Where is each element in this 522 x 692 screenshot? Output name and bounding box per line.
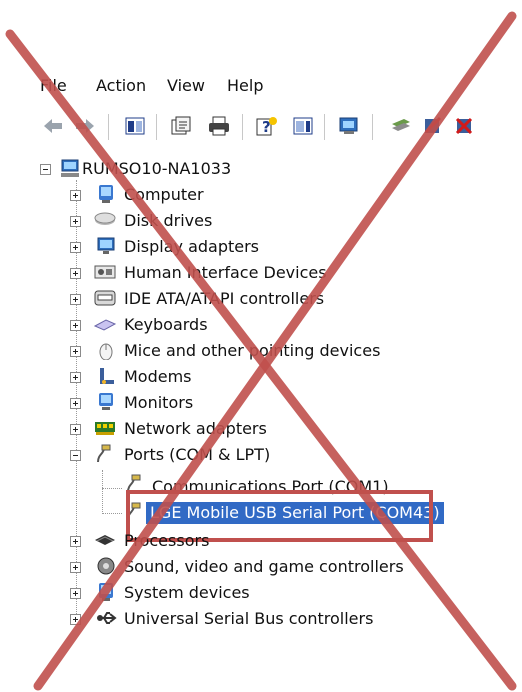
- tree-root-label[interactable]: RUMSO10-NA1033: [82, 158, 231, 180]
- device-tree: RUMSO10-NA1033 Computer Disk drives Disp…: [0, 0, 522, 692]
- computer-icon: [96, 184, 116, 204]
- expand-toggle[interactable]: [70, 216, 81, 227]
- expand-toggle[interactable]: [70, 190, 81, 201]
- tree-item-label[interactable]: Universal Serial Bus controllers: [124, 608, 373, 630]
- tree-connector: [102, 513, 122, 514]
- sound-icon: [96, 556, 116, 576]
- expand-toggle[interactable]: [70, 294, 81, 305]
- tree-item-label[interactable]: System devices: [124, 582, 250, 604]
- expand-toggle[interactable]: [70, 536, 81, 547]
- tree-item-label[interactable]: Human Interface Devices: [124, 262, 327, 284]
- display-adapter-icon: [96, 236, 116, 256]
- expand-toggle[interactable]: [70, 268, 81, 279]
- tree-item-label[interactable]: Modems: [124, 366, 192, 388]
- hid-icon: [94, 262, 116, 282]
- tree-item-label[interactable]: Computer: [124, 184, 204, 206]
- expand-toggle[interactable]: [70, 346, 81, 357]
- system-device-icon: [96, 582, 116, 602]
- collapse-toggle[interactable]: [40, 164, 51, 175]
- expand-toggle[interactable]: [70, 562, 81, 573]
- tree-item-label[interactable]: Monitors: [124, 392, 193, 414]
- tree-connector: [102, 488, 122, 489]
- tree-item-label[interactable]: Display adapters: [124, 236, 259, 258]
- expand-toggle[interactable]: [70, 320, 81, 331]
- tree-item-label[interactable]: Mice and other pointing devices: [124, 340, 380, 362]
- network-adapter-icon: [94, 418, 115, 438]
- tree-connector: [102, 470, 103, 514]
- tree-item-label[interactable]: IDE ATA/ATAPI controllers: [124, 288, 324, 310]
- expand-toggle[interactable]: [70, 372, 81, 383]
- tree-item-label[interactable]: Ports (COM & LPT): [124, 444, 270, 466]
- modem-icon: [96, 366, 116, 386]
- ide-controller-icon: [94, 288, 116, 308]
- expand-toggle[interactable]: [70, 424, 81, 435]
- monitor-icon: [96, 392, 116, 412]
- usb-icon: [96, 608, 117, 628]
- tree-item-label[interactable]: Keyboards: [124, 314, 208, 336]
- tree-item-label[interactable]: Disk drives: [124, 210, 212, 232]
- expand-toggle[interactable]: [70, 398, 81, 409]
- tree-item-label[interactable]: Sound, video and game controllers: [124, 556, 404, 578]
- tree-item-label[interactable]: Network adapters: [124, 418, 267, 440]
- expand-toggle[interactable]: [70, 588, 81, 599]
- port-icon: [94, 444, 114, 464]
- keyboard-icon: [93, 314, 117, 334]
- computer-icon: [60, 158, 80, 178]
- disk-drive-icon: [94, 210, 116, 230]
- mouse-icon: [96, 340, 116, 361]
- expand-toggle[interactable]: [70, 614, 81, 625]
- expand-toggle[interactable]: [70, 242, 81, 253]
- processor-icon: [94, 530, 115, 550]
- tree-item-label[interactable]: Processors: [124, 530, 209, 552]
- collapse-toggle[interactable]: [70, 450, 81, 461]
